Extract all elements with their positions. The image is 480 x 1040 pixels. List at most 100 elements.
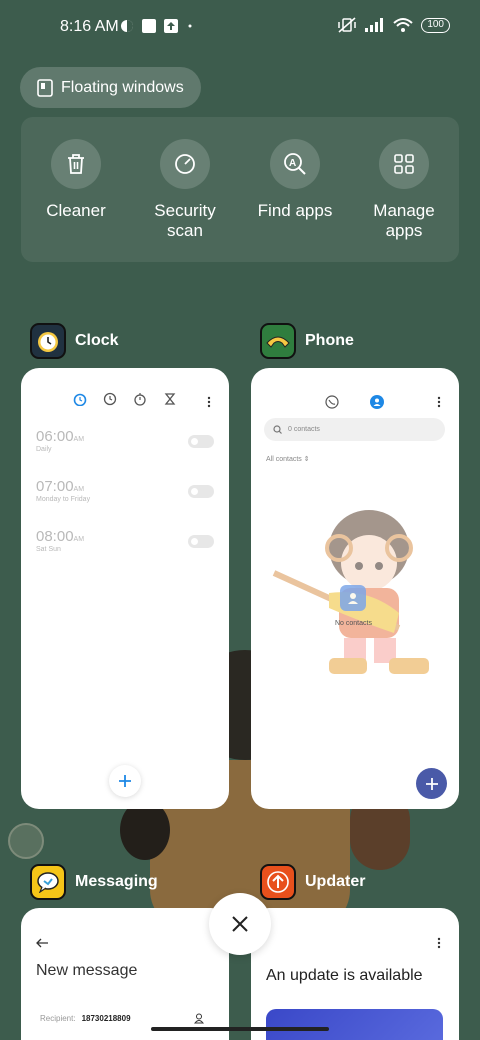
trash-icon bbox=[68, 154, 84, 174]
alarm-ampm: AM bbox=[73, 536, 85, 543]
more-options-icon[interactable] bbox=[207, 396, 211, 408]
manage-apps-label: Manage apps bbox=[373, 201, 435, 240]
clock-app-icon bbox=[30, 323, 66, 359]
timer-tab-icon[interactable] bbox=[163, 392, 177, 406]
home-indicator[interactable] bbox=[151, 1027, 329, 1031]
plus-icon bbox=[119, 775, 131, 787]
dot-icon bbox=[188, 24, 192, 28]
update-arrow-icon bbox=[267, 871, 289, 893]
search-icon bbox=[273, 425, 282, 434]
grid-icon bbox=[394, 154, 414, 174]
cleaner-icon-wrap bbox=[51, 139, 101, 189]
alarm-toggle[interactable] bbox=[188, 485, 214, 498]
alarm-time-value: 07:00 bbox=[36, 478, 74, 495]
update-available-title: An update is available bbox=[266, 967, 423, 984]
add-alarm-button[interactable] bbox=[109, 765, 141, 797]
phone-app-card[interactable]: 0 contacts All contacts ⇕ No contacts bbox=[251, 368, 459, 809]
upload-icon bbox=[164, 19, 178, 33]
clock-app-card[interactable]: 06:00AM Daily 07:00AM Monday to Friday 0… bbox=[21, 368, 229, 809]
messaging-app-card[interactable]: New message Recipient: 18730218809 bbox=[21, 908, 229, 1040]
contacts-filter-label: All contacts bbox=[266, 456, 302, 463]
security-scan-icon bbox=[175, 154, 195, 174]
signal-icon bbox=[365, 18, 384, 32]
alarm-repeat: Monday to Friday bbox=[36, 496, 91, 503]
update-banner bbox=[266, 1009, 443, 1040]
svg-text:A: A bbox=[289, 158, 296, 169]
find-apps-icon: A bbox=[284, 153, 306, 175]
recipient-field[interactable]: Recipient: 18730218809 bbox=[40, 1013, 210, 1024]
empty-contacts-icon bbox=[340, 585, 366, 611]
close-all-button[interactable] bbox=[209, 893, 271, 955]
status-bar: 8:16 AM 100 bbox=[0, 0, 480, 56]
cleaner-label: Cleaner bbox=[46, 201, 106, 220]
close-icon bbox=[232, 916, 248, 932]
updater-app-card[interactable]: An update is available bbox=[251, 908, 459, 1040]
clock-app-header[interactable]: Clock bbox=[30, 323, 119, 359]
empty-contacts-text: No contacts bbox=[335, 620, 372, 627]
contact-card-icon bbox=[348, 593, 358, 604]
floating-windows-button[interactable]: Floating windows bbox=[20, 67, 201, 108]
vibrate-off-icon bbox=[338, 17, 357, 33]
contacts-filter[interactable]: All contacts ⇕ bbox=[266, 455, 310, 463]
status-indicators: 100 bbox=[337, 17, 450, 33]
floating-window-icon bbox=[37, 78, 53, 97]
messaging-app-icon bbox=[30, 864, 66, 900]
status-time: 8:16 AM bbox=[60, 18, 119, 35]
stopwatch-tab-icon[interactable] bbox=[133, 392, 147, 406]
quick-tools-panel: Cleaner Security scan A Find apps Manage… bbox=[21, 117, 459, 262]
find-apps-icon-wrap: A bbox=[270, 139, 320, 189]
recipient-label: Recipient: bbox=[40, 1014, 76, 1023]
alarm-ampm: AM bbox=[73, 486, 85, 493]
phone-app-icon bbox=[260, 323, 296, 359]
wallpaper-figure-hair bbox=[120, 800, 170, 860]
call-log-tab-icon[interactable] bbox=[325, 395, 339, 409]
alarm-clock-icon bbox=[38, 332, 58, 352]
chat-bubble-icon bbox=[37, 872, 59, 893]
messaging-app-name: Messaging bbox=[75, 873, 158, 890]
find-apps-label: Find apps bbox=[257, 201, 333, 220]
alarm-time-value: 08:00 bbox=[36, 528, 74, 545]
find-apps-button[interactable]: A Find apps bbox=[240, 139, 350, 221]
more-options-icon[interactable] bbox=[437, 937, 441, 949]
clock-tab-icon[interactable] bbox=[103, 392, 117, 406]
new-message-title: New message bbox=[36, 962, 138, 979]
updater-app-icon bbox=[260, 864, 296, 900]
contacts-tab-icon[interactable] bbox=[370, 395, 384, 409]
phone-app-header[interactable]: Phone bbox=[260, 323, 354, 359]
wallpaper-bubble bbox=[8, 823, 44, 859]
search-placeholder: 0 contacts bbox=[288, 426, 320, 433]
security-scan-icon-wrap bbox=[160, 139, 210, 189]
notification-square-icon bbox=[142, 19, 156, 33]
alarm-repeat: Sat Sun bbox=[36, 546, 61, 553]
vpn-icon bbox=[121, 20, 133, 32]
contact-picker-icon[interactable] bbox=[194, 1013, 204, 1024]
contacts-search-field[interactable]: 0 contacts bbox=[264, 418, 445, 441]
battery-indicator: 100 bbox=[421, 17, 450, 33]
sort-icon: ⇕ bbox=[303, 456, 310, 463]
phone-handset-icon bbox=[266, 336, 290, 348]
manage-apps-button[interactable]: Manage apps bbox=[349, 139, 459, 241]
add-contact-button[interactable] bbox=[416, 768, 447, 799]
alarm-time-value: 06:00 bbox=[36, 428, 74, 445]
alarm-ampm: AM bbox=[73, 436, 85, 443]
clock-app-name: Clock bbox=[75, 332, 119, 349]
alarm-tab-icon[interactable] bbox=[73, 392, 87, 406]
floating-windows-label: Floating windows bbox=[61, 78, 184, 96]
updater-app-header[interactable]: Updater bbox=[260, 864, 365, 900]
updater-app-name: Updater bbox=[305, 873, 366, 890]
security-scan-label: Security scan bbox=[154, 201, 216, 240]
security-scan-button[interactable]: Security scan bbox=[130, 139, 240, 241]
alarm-toggle[interactable] bbox=[188, 435, 214, 448]
alarm-toggle[interactable] bbox=[188, 535, 214, 548]
phone-app-name: Phone bbox=[305, 332, 354, 349]
plus-icon bbox=[425, 777, 438, 790]
back-arrow-icon[interactable] bbox=[35, 938, 49, 948]
alarm-repeat: Daily bbox=[36, 446, 52, 453]
cleaner-button[interactable]: Cleaner bbox=[21, 139, 131, 221]
messaging-app-header[interactable]: Messaging bbox=[30, 864, 158, 900]
notification-icons bbox=[120, 19, 194, 33]
recipient-value: 18730218809 bbox=[81, 1014, 131, 1023]
wifi-icon bbox=[393, 18, 413, 32]
more-options-icon[interactable] bbox=[437, 396, 441, 408]
manage-apps-icon-wrap bbox=[379, 139, 429, 189]
